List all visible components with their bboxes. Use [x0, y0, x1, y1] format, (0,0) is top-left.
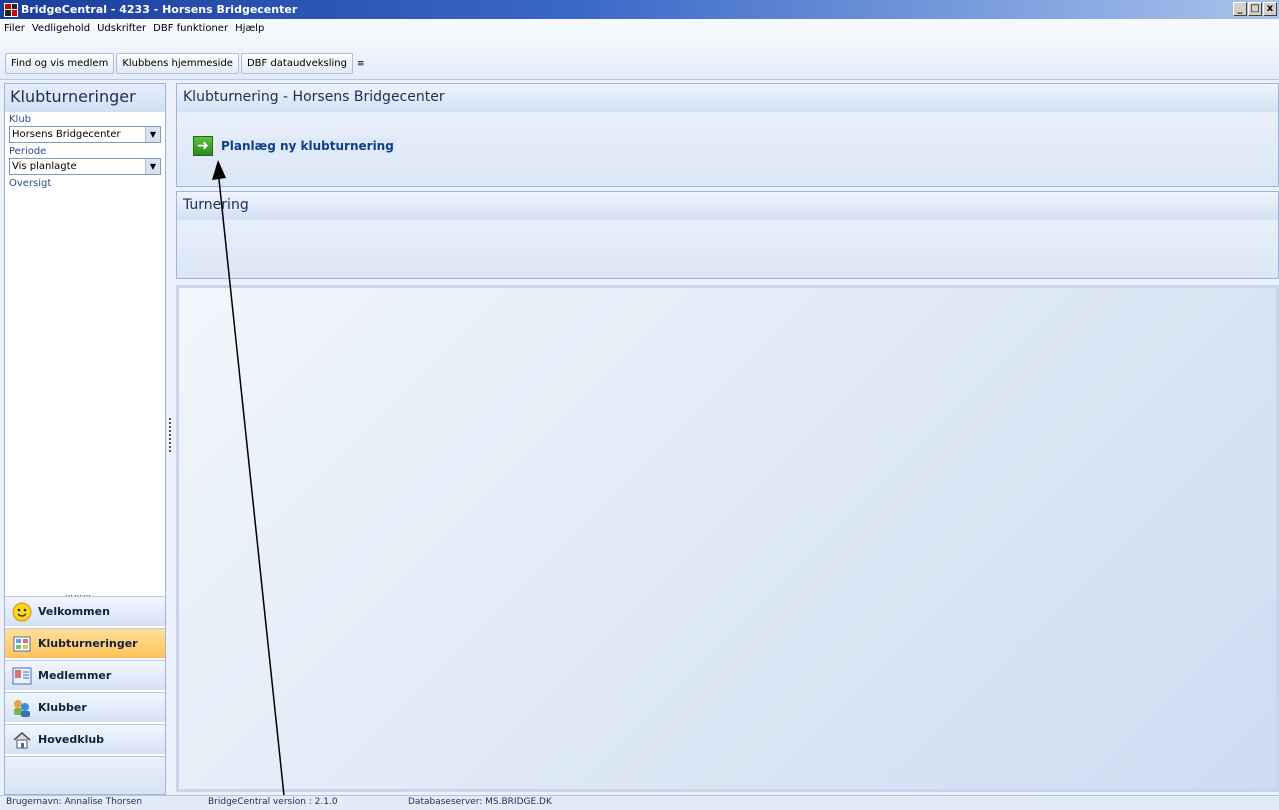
- title-bar: BridgeCentral - 4233 - Horsens Bridgecen…: [0, 0, 1279, 19]
- nav-medlemmer[interactable]: Medlemmer: [5, 660, 165, 690]
- house-icon: [11, 729, 33, 751]
- period-label: Periode: [9, 146, 47, 157]
- panel-title: Klubturnering - Horsens Bridgecenter: [177, 84, 1278, 112]
- plan-tournament-link[interactable]: ➜ Planlæg ny klubturnering: [193, 136, 396, 156]
- nav-hovedklub-label: Hovedklub: [38, 733, 105, 746]
- status-bar: Brugernavn: Annalise Thorsen BridgeCentr…: [0, 795, 1279, 810]
- nav-klubturneringer[interactable]: Klubturneringer: [5, 628, 165, 658]
- panel-splitter[interactable]: [169, 418, 171, 452]
- club-homepage-button[interactable]: Klubbens hjemmeside: [116, 53, 239, 74]
- find-member-button[interactable]: Find og vis medlem: [5, 53, 115, 74]
- nav-medlemmer-label: Medlemmer: [38, 669, 112, 682]
- tournament-icon: [11, 633, 33, 655]
- smiley-icon: [11, 601, 33, 623]
- turnering-title: Turnering: [177, 192, 1278, 220]
- status-version: BridgeCentral version : 2.1.0: [208, 797, 338, 807]
- window-title: BridgeCentral - 4233 - Horsens Bridgecen…: [21, 3, 298, 16]
- minimize-button[interactable]: _: [1233, 2, 1247, 16]
- app-icon: [4, 2, 18, 17]
- chevron-down-icon[interactable]: ▼: [145, 127, 160, 142]
- menu-bar: Filer Vedligehold Udskrifter DBF funktio…: [0, 19, 1279, 37]
- content-area: [176, 285, 1279, 792]
- menu-filer[interactable]: Filer: [4, 23, 25, 34]
- menu-udskrifter[interactable]: Udskrifter: [97, 23, 146, 34]
- club-select[interactable]: Horsens Bridgecenter ▼: [9, 126, 161, 143]
- period-select-value: Vis planlagte: [12, 161, 77, 172]
- menu-vedligehold[interactable]: Vedligehold: [32, 23, 90, 34]
- window-controls: _ □ x: [1233, 2, 1277, 16]
- nav-klubber-label: Klubber: [38, 701, 87, 714]
- club-label: Klub: [9, 114, 32, 125]
- menu-dbf-funktioner[interactable]: DBF funktioner: [153, 23, 228, 34]
- arrow-right-icon: ➜: [193, 136, 213, 156]
- status-db: Databaseserver: MS.BRIDGE.DK: [408, 797, 552, 807]
- nav-klubber[interactable]: Klubber: [5, 692, 165, 722]
- plan-tournament-label: Planlæg ny klubturnering: [219, 138, 396, 154]
- tournament-panel: Klubturnering - Horsens Bridgecenter ➜ P…: [176, 83, 1279, 187]
- close-button[interactable]: x: [1263, 2, 1277, 16]
- period-select[interactable]: Vis planlagte ▼: [9, 158, 161, 175]
- maximize-button[interactable]: □: [1248, 2, 1262, 16]
- sidebar-title: Klubturneringer: [5, 84, 165, 112]
- dbf-exchange-button[interactable]: DBF dataudveksling: [240, 53, 353, 74]
- nav-klubturneringer-label: Klubturneringer: [38, 637, 138, 650]
- toolbar-overflow-icon[interactable]: ≡: [357, 59, 365, 69]
- nav-velkommen-label: Velkommen: [38, 605, 110, 618]
- clubs-icon: [11, 697, 33, 719]
- club-select-value: Horsens Bridgecenter: [12, 129, 121, 140]
- sidebar: Klubturneringer Klub Horsens Bridgecente…: [4, 83, 166, 795]
- overview-list[interactable]: [5, 204, 165, 586]
- chevron-down-icon[interactable]: ▼: [145, 159, 160, 174]
- members-icon: [11, 665, 33, 687]
- nav-hovedklub[interactable]: Hovedklub: [5, 724, 165, 754]
- status-user: Brugernavn: Annalise Thorsen: [6, 797, 143, 807]
- menu-hjaelp[interactable]: Hjælp: [235, 23, 264, 34]
- overview-label: Oversigt: [9, 178, 52, 189]
- nav-footer: [5, 756, 165, 794]
- toolbar-strip: Find og vis medlem Klubbens hjemmeside D…: [5, 53, 365, 74]
- turnering-panel: Turnering: [176, 191, 1279, 279]
- nav-velkommen[interactable]: Velkommen: [5, 596, 165, 626]
- toolbar: Find og vis medlem Klubbens hjemmeside D…: [0, 37, 1279, 80]
